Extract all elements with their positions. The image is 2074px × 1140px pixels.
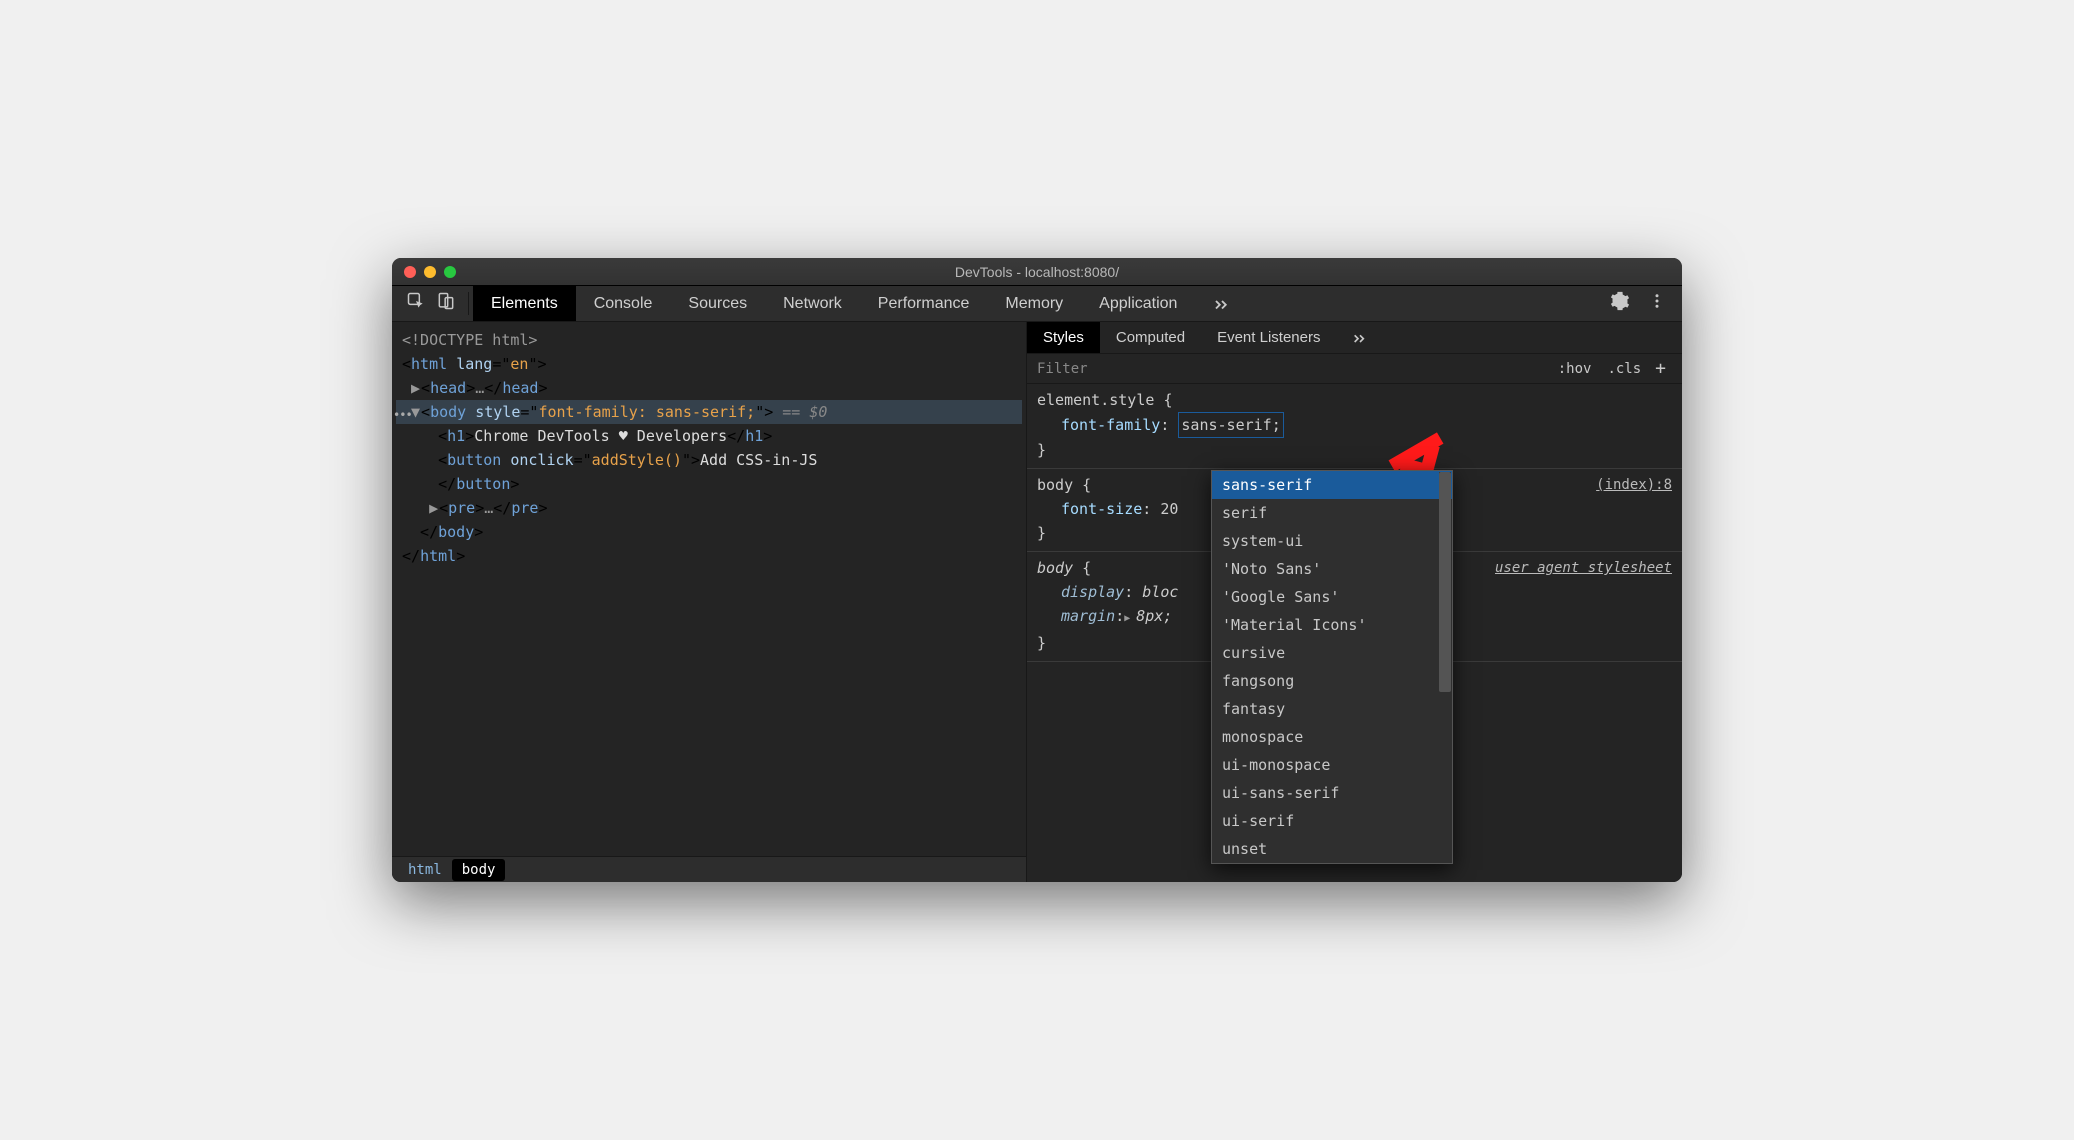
close-window-button[interactable]	[404, 266, 416, 278]
hov-toggle[interactable]: :hov	[1550, 361, 1600, 377]
new-style-rule-button[interactable]: +	[1649, 358, 1672, 379]
styles-rules[interactable]: element.style { font-family: sans-serif;…	[1027, 384, 1682, 882]
autocomplete-option[interactable]: fantasy	[1212, 695, 1452, 723]
styles-panel: Styles Computed Event Listeners :hov .cl…	[1027, 322, 1682, 882]
traffic-lights	[392, 266, 456, 278]
tab-network[interactable]: Network	[765, 286, 860, 321]
subtab-computed[interactable]: Computed	[1100, 322, 1201, 353]
autocomplete-option[interactable]: sans-serif	[1212, 471, 1452, 499]
autocomplete-option[interactable]: ui-serif	[1212, 807, 1452, 835]
breadcrumb: html body	[392, 856, 1026, 882]
titlebar: DevTools - localhost:8080/	[392, 258, 1682, 286]
selected-dom-node[interactable]: ▼<body style="font-family: sans-serif;">…	[396, 400, 1022, 424]
autocomplete-option[interactable]: system-ui	[1212, 527, 1452, 555]
dropdown-scrollbar[interactable]	[1439, 472, 1451, 862]
dom-tree[interactable]: <!DOCTYPE html> <html lang="en"> ▶<head>…	[392, 322, 1026, 856]
subtabs-overflow[interactable]	[1336, 322, 1384, 353]
styles-filter-input[interactable]	[1037, 361, 1550, 377]
autocomplete-option[interactable]: ui-monospace	[1212, 751, 1452, 779]
inspect-icon[interactable]	[406, 291, 426, 316]
tabs-overflow[interactable]	[1195, 286, 1249, 321]
autocomplete-option[interactable]: ui-sans-serif	[1212, 779, 1452, 807]
window-title: DevTools - localhost:8080/	[392, 264, 1682, 280]
autocomplete-option[interactable]: 'Noto Sans'	[1212, 555, 1452, 583]
tab-application[interactable]: Application	[1081, 286, 1195, 321]
devtools-window: DevTools - localhost:8080/ Elements Cons…	[392, 258, 1682, 882]
device-toggle-icon[interactable]	[436, 291, 456, 316]
rule-source-ua: user agent stylesheet	[1495, 556, 1672, 580]
autocomplete-dropdown[interactable]: sans-serif serif system-ui 'Noto Sans' '…	[1211, 470, 1453, 864]
minimize-window-button[interactable]	[424, 266, 436, 278]
main-panels: <!DOCTYPE html> <html lang="en"> ▶<head>…	[392, 322, 1682, 882]
crumb-body[interactable]: body	[452, 859, 506, 881]
separator	[468, 292, 469, 315]
doctype: <!DOCTYPE html>	[402, 331, 537, 349]
styles-subtabs: Styles Computed Event Listeners	[1027, 322, 1682, 354]
cls-toggle[interactable]: .cls	[1599, 361, 1649, 377]
tab-sources[interactable]: Sources	[670, 286, 765, 321]
kebab-menu-icon[interactable]	[1648, 292, 1666, 315]
tab-memory[interactable]: Memory	[987, 286, 1081, 321]
style-rule-element[interactable]: element.style { font-family: sans-serif;…	[1027, 384, 1682, 469]
settings-icon[interactable]	[1610, 291, 1630, 316]
tab-performance[interactable]: Performance	[860, 286, 988, 321]
autocomplete-option[interactable]: monospace	[1212, 723, 1452, 751]
autocomplete-option[interactable]: fangsong	[1212, 667, 1452, 695]
rule-source-link[interactable]: (index):8	[1596, 473, 1672, 497]
tab-elements[interactable]: Elements	[473, 286, 576, 321]
elements-panel: <!DOCTYPE html> <html lang="en"> ▶<head>…	[392, 322, 1027, 882]
font-family-value-input[interactable]: sans-serif;	[1178, 412, 1283, 438]
subtab-event-listeners[interactable]: Event Listeners	[1201, 322, 1336, 353]
filter-bar: :hov .cls +	[1027, 354, 1682, 384]
maximize-window-button[interactable]	[444, 266, 456, 278]
autocomplete-option[interactable]: 'Google Sans'	[1212, 583, 1452, 611]
tab-console[interactable]: Console	[576, 286, 671, 321]
subtab-styles[interactable]: Styles	[1027, 322, 1100, 353]
autocomplete-option[interactable]: unset	[1212, 835, 1452, 863]
autocomplete-option[interactable]: serif	[1212, 499, 1452, 527]
crumb-html[interactable]: html	[398, 859, 452, 881]
autocomplete-option[interactable]: cursive	[1212, 639, 1452, 667]
toolbar-left-icons	[398, 286, 464, 321]
autocomplete-option[interactable]: 'Material Icons'	[1212, 611, 1452, 639]
main-tabbar: Elements Console Sources Network Perform…	[392, 286, 1682, 322]
